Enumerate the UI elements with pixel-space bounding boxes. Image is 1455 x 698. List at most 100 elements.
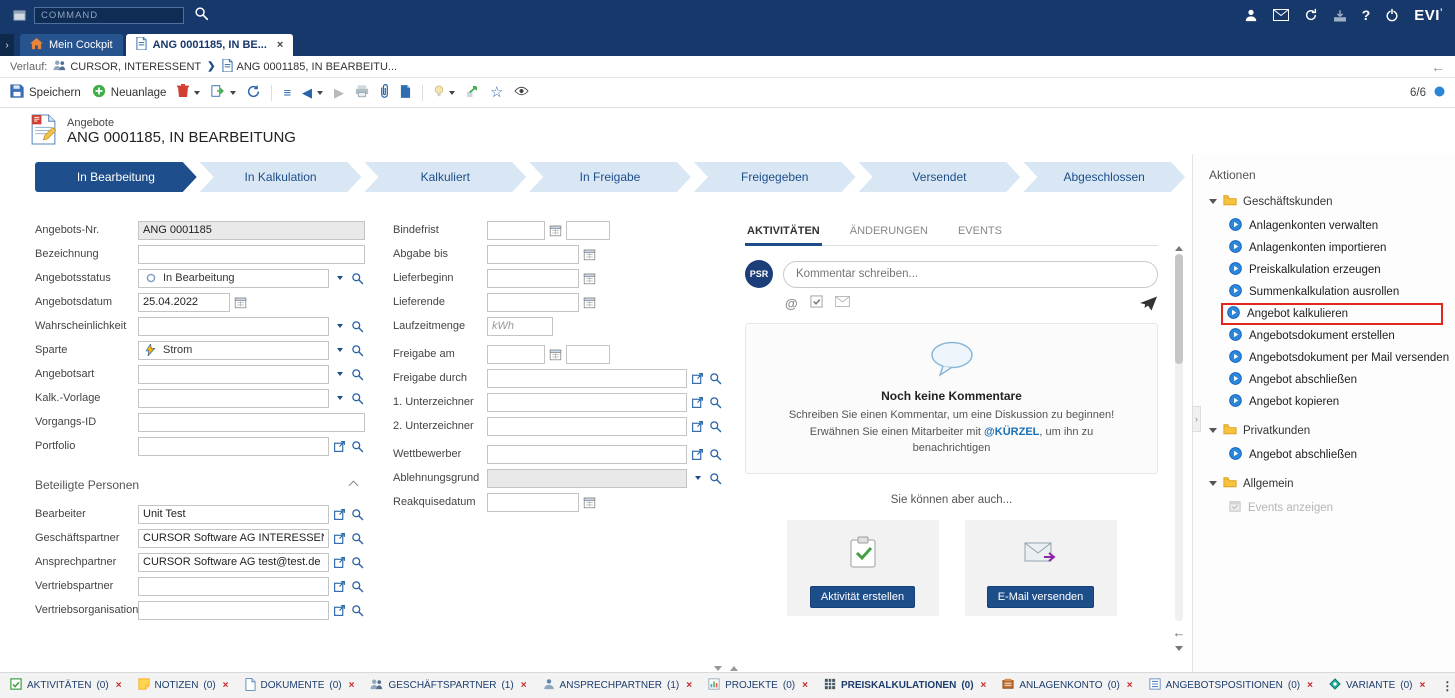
lookup-icon[interactable]	[708, 394, 723, 410]
process-step-in-kalkulation[interactable]: In Kalkulation	[200, 162, 362, 192]
field-vorgangs-id-input[interactable]	[138, 413, 365, 432]
bottom-tab-geschaftspartner[interactable]: GESCHÄFTSPARTNER(1)×	[370, 679, 526, 693]
field-geschaftspartner-input[interactable]	[138, 529, 329, 548]
dropdown-caret-icon[interactable]	[332, 318, 347, 334]
action-anlagenkonten-importieren[interactable]: Anlagenkonten importieren	[1225, 237, 1447, 259]
caret-down-icon[interactable]	[230, 91, 236, 95]
save-button[interactable]: Speichern	[10, 84, 81, 101]
scrollbar-track[interactable]	[1175, 254, 1183, 621]
bottom-tab-preiskalkulationen[interactable]: PREISKALKULATIONEN(0)×	[824, 678, 986, 693]
open-record-icon[interactable]	[332, 530, 347, 546]
notification-lamp-button[interactable]	[434, 85, 455, 101]
create-activity-card[interactable]: Aktivität erstellen	[787, 520, 939, 616]
action-anlagenkonten-verwalten[interactable]: Anlagenkonten verwalten	[1225, 215, 1447, 237]
field-freigabe-am-input2[interactable]	[566, 345, 610, 364]
caret-down-icon[interactable]	[449, 91, 455, 95]
calendar-icon[interactable]	[548, 346, 563, 362]
action-group-privatkunden[interactable]: Privatkunden	[1209, 423, 1447, 438]
scroll-up-icon[interactable]	[1173, 242, 1185, 254]
close-tab-icon[interactable]: ×	[277, 39, 283, 51]
close-tab-icon[interactable]: ×	[686, 680, 692, 691]
process-step-kalkuliert[interactable]: Kalkuliert	[364, 162, 526, 192]
caret-down-icon[interactable]	[317, 91, 323, 95]
close-tab-icon[interactable]: ×	[1127, 680, 1133, 691]
field-bindefrist-input2[interactable]	[566, 221, 610, 240]
process-step-abgeschlossen[interactable]: Abgeschlossen	[1023, 162, 1185, 192]
action-group-geschaftskunden[interactable]: Geschäftskunden	[1209, 194, 1447, 209]
dropdown-caret-icon[interactable]	[332, 270, 347, 286]
bottom-tab-weitere-bereiche[interactable]: ⋮WEITERE BEREICHE	[1441, 679, 1455, 693]
command-input[interactable]	[34, 7, 184, 24]
document-button[interactable]	[400, 85, 411, 101]
lookup-icon[interactable]	[350, 342, 365, 358]
bottom-tab-anlagenkonto[interactable]: ANLAGENKONTO(0)×	[1002, 678, 1132, 693]
open-record-icon[interactable]	[690, 446, 705, 462]
field-1-unterzeichner-input[interactable]	[487, 393, 687, 412]
caret-down-icon[interactable]	[194, 91, 200, 95]
action-group-allgemein[interactable]: Allgemein	[1209, 476, 1447, 491]
delete-button[interactable]	[177, 84, 200, 101]
favorite-star-icon[interactable]: ☆	[490, 85, 503, 100]
action-angebot-kopieren[interactable]: Angebot kopieren	[1225, 391, 1447, 413]
open-record-icon[interactable]	[332, 602, 347, 618]
field-bindefrist-input[interactable]	[487, 221, 545, 240]
close-tab-icon[interactable]: ×	[1419, 680, 1425, 691]
help-icon[interactable]: ?	[1362, 7, 1371, 23]
field-bearbeiter-input[interactable]	[138, 505, 329, 524]
collapse-panel-arrow-icon[interactable]: ←	[1173, 625, 1186, 640]
tree-collapse-icon[interactable]	[1209, 428, 1217, 433]
activity-scrollbar[interactable]: ←	[1173, 242, 1185, 654]
action-angebotsdokument-per-mail-versenden[interactable]: Angebotsdokument per Mail versenden	[1225, 347, 1447, 369]
close-tab-icon[interactable]: ×	[1307, 680, 1313, 691]
field-kalk-vorlage-input[interactable]	[138, 389, 329, 408]
activity-tab-aktivitaten[interactable]: AKTIVITÄTEN	[745, 220, 822, 246]
bottom-tab-angebotspositionen[interactable]: ANGEBOTSPOSITIONEN(0)×	[1149, 678, 1313, 693]
print-button[interactable]	[355, 85, 369, 101]
collapse-section-icon[interactable]	[349, 480, 359, 490]
field-reakquisedatum-input[interactable]	[487, 493, 579, 512]
open-record-icon[interactable]	[690, 418, 705, 434]
new-record-button[interactable]: Neuanlage	[92, 84, 167, 101]
bottom-tab-notizen[interactable]: NOTIZEN(0)×	[138, 678, 229, 693]
field-vertriebspartner-input[interactable]	[138, 577, 329, 596]
lookup-icon[interactable]	[350, 318, 365, 334]
history-refresh-icon[interactable]	[1304, 8, 1318, 22]
field-freigabe-durch-input[interactable]	[487, 369, 687, 388]
navigate-prev-button[interactable]: ◀	[302, 86, 323, 99]
export-button[interactable]	[211, 84, 236, 101]
watch-button[interactable]	[514, 86, 529, 99]
scroll-down-icon[interactable]	[1173, 642, 1185, 654]
send-comment-icon[interactable]	[1139, 296, 1158, 311]
activity-tab-events[interactable]: EVENTS	[956, 220, 1004, 245]
close-tab-icon[interactable]: ×	[981, 680, 987, 691]
menu-icon[interactable]: ≡	[283, 86, 291, 99]
bottom-tab-variante[interactable]: VARIANTE(0)×	[1329, 678, 1425, 693]
calendar-icon[interactable]	[582, 494, 597, 510]
field-angebotsdatum-input[interactable]	[138, 293, 230, 312]
close-tab-icon[interactable]: ×	[349, 680, 355, 691]
action-angebot-abschliessen[interactable]: Angebot abschließen	[1225, 369, 1447, 391]
expand-panel-icon[interactable]: ›	[0, 34, 14, 56]
action-preiskalkulation-erzeugen[interactable]: Preiskalkulation erzeugen	[1225, 259, 1447, 281]
dropdown-caret-icon[interactable]	[332, 366, 347, 382]
info-dot-icon[interactable]	[1434, 86, 1445, 100]
field-lieferende-input[interactable]	[487, 293, 579, 312]
lookup-icon[interactable]	[350, 270, 365, 286]
user-icon[interactable]	[1244, 8, 1258, 22]
lookup-icon[interactable]	[350, 578, 365, 594]
open-record-icon[interactable]	[332, 578, 347, 594]
tree-collapse-icon[interactable]	[1209, 199, 1217, 204]
open-record-icon[interactable]	[332, 554, 347, 570]
send-email-button[interactable]: E-Mail versenden	[987, 586, 1095, 608]
field-bezeichnung-input[interactable]	[138, 245, 365, 264]
breadcrumb-item-partner[interactable]: CURSOR, INTERESSENT	[53, 60, 201, 74]
splitter-up-icon[interactable]	[730, 666, 738, 671]
bottom-tab-projekte[interactable]: PROJEKTE(0)×	[708, 678, 808, 693]
field-angebotsart-input[interactable]	[138, 365, 329, 384]
calendar-icon[interactable]	[582, 270, 597, 286]
bottom-tab-ansprechpartner[interactable]: ANSPRECHPARTNER(1)×	[543, 678, 693, 693]
comment-input[interactable]	[783, 261, 1158, 288]
field-2-unterzeichner-input[interactable]	[487, 417, 687, 436]
field-vertriebsorganisation-input[interactable]	[138, 601, 329, 620]
lookup-icon[interactable]	[350, 602, 365, 618]
